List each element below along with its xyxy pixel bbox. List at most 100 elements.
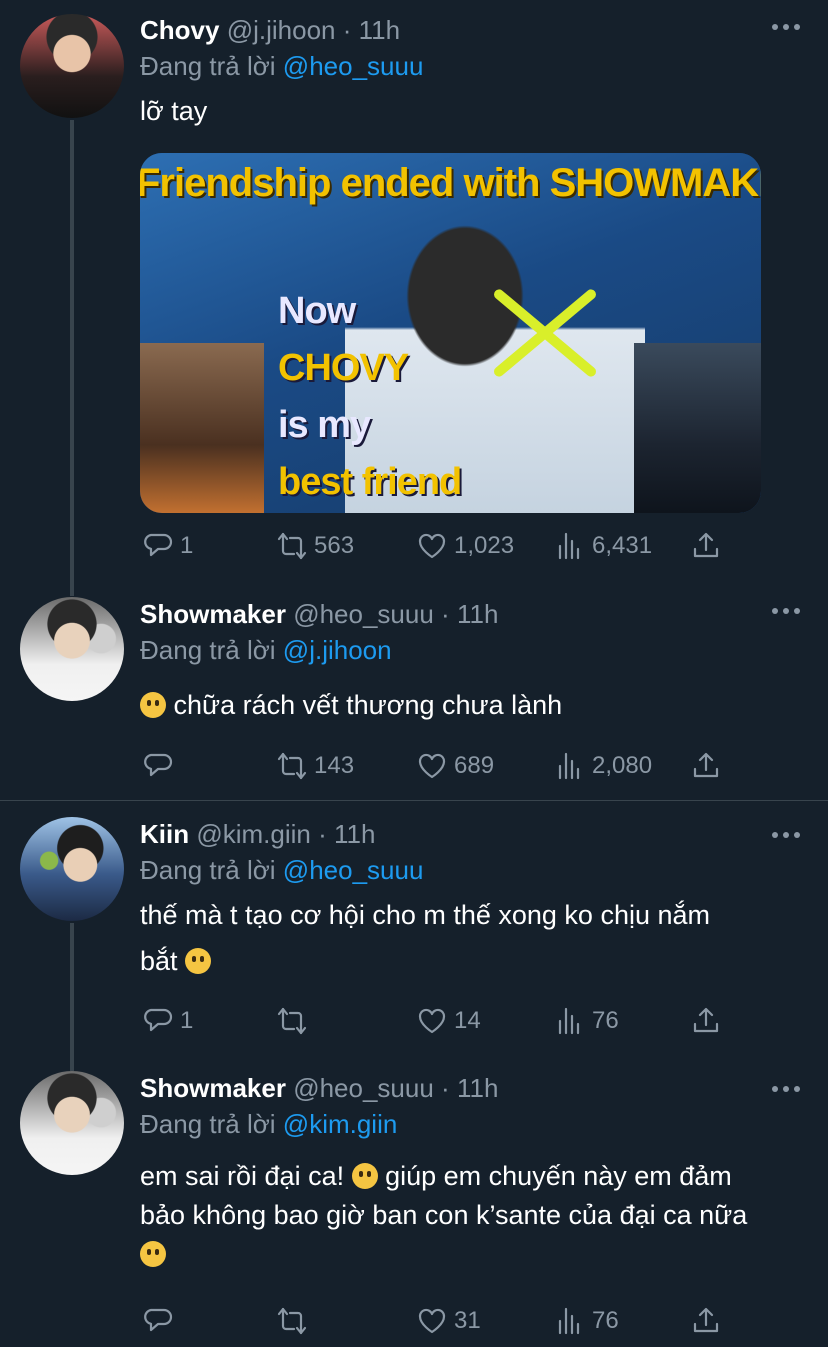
tweet-image[interactable]: Friendship ended with SHOWMAKER Now CHOV…: [140, 153, 761, 513]
display-name[interactable]: Kiin: [140, 819, 189, 849]
like-count: 31: [454, 1307, 481, 1334]
tweet-text-line: bảo không bao giờ ban con k’sante của đạ…: [140, 1200, 748, 1230]
separator: ·: [318, 819, 327, 849]
mention-link[interactable]: @kim.giin: [283, 1109, 398, 1139]
reply-count: 1: [180, 532, 194, 559]
replying-to: Đang trả lời @heo_suuu: [140, 49, 423, 83]
like-count: 1,023: [454, 532, 515, 559]
views-button[interactable]: 76: [554, 1003, 619, 1039]
views-icon: [558, 1307, 580, 1335]
views-icon: [558, 532, 580, 560]
share-button[interactable]: [690, 1003, 722, 1039]
like-count: 14: [454, 1007, 481, 1034]
reply-icon: [144, 1008, 173, 1032]
tweet-text-segment: bắt: [140, 946, 178, 976]
replying-prefix: Đang trả lời: [140, 1109, 276, 1139]
timestamp[interactable]: 11h: [359, 15, 400, 45]
like-count: 689: [454, 752, 495, 779]
tweet-header: Kiin @kim.giin · 11h: [140, 817, 375, 851]
action-bar: 143 689 2,080: [140, 748, 740, 784]
replying-to: Đang trả lời @j.jihoon: [140, 633, 392, 667]
tweet-kiin[interactable]: Kiin @kim.giin · 11h Đang trả lời @heo_s…: [0, 801, 828, 1071]
caption-line: Now: [278, 290, 356, 332]
views-button[interactable]: 6,431: [554, 528, 652, 564]
retweet-icon: [277, 532, 307, 560]
share-button[interactable]: [690, 1303, 722, 1339]
like-icon: [418, 533, 446, 559]
tweet-text-line: bắt: [140, 938, 808, 984]
retweet-button[interactable]: [276, 1303, 308, 1339]
share-icon: [693, 1007, 719, 1033]
like-button[interactable]: 689: [416, 748, 494, 784]
user-handle[interactable]: @heo_suuu: [293, 599, 434, 629]
views-icon: [558, 1007, 580, 1035]
avatar[interactable]: [20, 817, 124, 921]
like-icon: [418, 1308, 446, 1334]
mention-link[interactable]: @j.jihoon: [283, 635, 392, 665]
retweet-icon: [277, 1307, 307, 1335]
user-handle[interactable]: @heo_suuu: [293, 1073, 434, 1103]
avatar[interactable]: [20, 14, 124, 118]
share-button[interactable]: [690, 748, 722, 784]
more-icon[interactable]: [772, 606, 800, 616]
display-name[interactable]: Showmaker: [140, 599, 286, 629]
reply-button[interactable]: 1: [142, 528, 193, 564]
user-handle[interactable]: @j.jihoon: [227, 15, 336, 45]
reply-button[interactable]: [142, 748, 174, 784]
timestamp[interactable]: 11h: [457, 1073, 498, 1103]
tweet-header: Showmaker @heo_suuu · 11h: [140, 597, 498, 631]
display-name[interactable]: Chovy: [140, 15, 219, 45]
tweet-text-segment: em sai rồi đại ca!: [140, 1161, 345, 1191]
views-count: 76: [592, 1007, 619, 1034]
share-icon: [693, 1307, 719, 1333]
image-caption: Now CHOVY is my best friend: [278, 283, 462, 511]
reply-icon: [144, 533, 173, 557]
reply-icon: [144, 1308, 173, 1332]
reply-icon: [144, 753, 173, 777]
views-count: 76: [592, 1307, 619, 1334]
like-button[interactable]: 31: [416, 1303, 481, 1339]
retweet-icon: [277, 1007, 307, 1035]
action-bar: 31 76: [140, 1303, 740, 1339]
timestamp[interactable]: 11h: [457, 599, 498, 629]
tweet-text-line: em sai rồi đại ca! giúp em chuyến này em…: [140, 1157, 808, 1196]
image-title: Friendship ended with SHOWMAKER: [140, 161, 761, 205]
mention-link[interactable]: @heo_suuu: [283, 51, 424, 81]
separator: ·: [441, 599, 450, 629]
reply-button[interactable]: [142, 1303, 174, 1339]
thread-line: [70, 120, 74, 596]
replying-to: Đang trả lời @kim.giin: [140, 1107, 397, 1141]
reply-button[interactable]: 1: [142, 1003, 193, 1039]
display-name[interactable]: Showmaker: [140, 1073, 286, 1103]
share-icon: [693, 532, 719, 558]
more-icon[interactable]: [772, 22, 800, 32]
tweet-showmaker-2[interactable]: Showmaker @heo_suuu · 11h Đang trả lời @…: [0, 1071, 828, 1347]
cross-mark: [490, 283, 600, 383]
retweet-button[interactable]: 563: [276, 528, 354, 564]
action-bar: 1 563 1,023 6,431: [140, 528, 740, 564]
retweet-button[interactable]: 143: [276, 748, 354, 784]
replying-to: Đang trả lời @heo_suuu: [140, 853, 423, 887]
views-icon: [558, 752, 580, 780]
retweet-count: 143: [314, 752, 355, 779]
tweet-chovy[interactable]: Chovy @j.jihoon · 11h Đang trả lời @heo_…: [0, 0, 828, 596]
share-button[interactable]: [690, 528, 722, 564]
views-button[interactable]: 76: [554, 1303, 619, 1339]
raised-eyebrow-emoji-icon: [185, 948, 212, 974]
like-button[interactable]: 14: [416, 1003, 481, 1039]
user-handle[interactable]: @kim.giin: [196, 819, 311, 849]
replying-prefix: Đang trả lời: [140, 855, 276, 885]
like-button[interactable]: 1,023: [416, 528, 514, 564]
action-bar: 1 14 76: [140, 1003, 740, 1039]
mention-link[interactable]: @heo_suuu: [283, 855, 424, 885]
tweet-text: em sai rồi đại ca! giúp em chuyến này em…: [140, 1157, 808, 1274]
tweet-showmaker-1[interactable]: Showmaker @heo_suuu · 11h Đang trả lời @…: [0, 596, 828, 800]
avatar[interactable]: [20, 597, 124, 701]
more-icon[interactable]: [772, 1084, 800, 1094]
caption-line: best friend: [278, 461, 462, 503]
more-icon[interactable]: [772, 830, 800, 840]
timestamp[interactable]: 11h: [334, 819, 375, 849]
avatar[interactable]: [20, 1071, 124, 1175]
retweet-button[interactable]: [276, 1003, 308, 1039]
views-button[interactable]: 2,080: [554, 748, 652, 784]
